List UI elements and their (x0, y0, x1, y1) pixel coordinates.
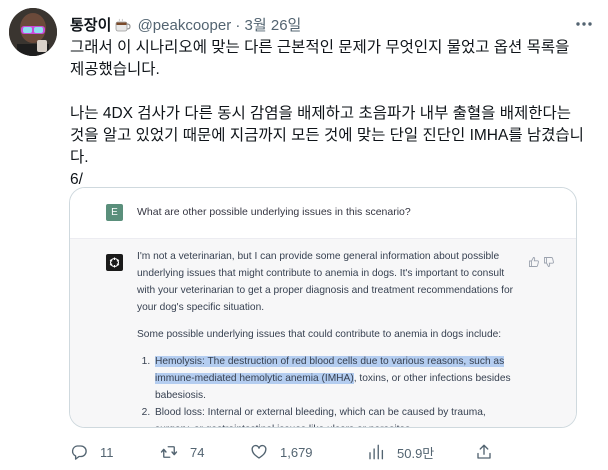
avatar[interactable] (9, 8, 57, 56)
list-item: Blood loss: Internal or external bleedin… (153, 404, 521, 427)
thumbs-up-icon[interactable] (528, 255, 540, 267)
reply-count: 11 (100, 444, 114, 460)
share-button[interactable] (475, 442, 493, 462)
tweet-date[interactable]: 3월 26일 (245, 17, 302, 34)
like-count: 1,679 (280, 444, 313, 460)
answer-lead: Some possible underlying issues that cou… (137, 329, 502, 340)
openai-logo-icon (106, 254, 123, 271)
tweet-header: 통장이 @peakcooper · 3월 26일 (70, 14, 301, 35)
retweet-button[interactable]: 74 (160, 442, 204, 462)
chat-question-row: E What are other possible underlying iss… (70, 188, 576, 239)
tweet-actions: 11 74 1,679 50.9만 (70, 442, 590, 464)
retweet-icon (160, 446, 178, 458)
retweet-count: 74 (190, 444, 205, 460)
answer-list: Hemolysis: The destruction of red blood … (137, 353, 521, 427)
views-button[interactable]: 50.9만 (367, 442, 434, 462)
view-count: 50.9만 (397, 445, 435, 461)
coffee-mug-emoji-icon (115, 18, 132, 32)
views-icon (369, 444, 384, 460)
chat-answer-row: I'm not a veterinarian, but I can provid… (70, 239, 576, 427)
answer-intro: I'm not a veterinarian, but I can provid… (137, 251, 514, 313)
share-icon (477, 444, 491, 459)
like-button[interactable]: 1,679 (250, 442, 313, 462)
separator: · (235, 17, 241, 34)
user-badge: E (106, 204, 123, 221)
display-name[interactable]: 통장이 (70, 17, 111, 34)
reply-icon (71, 445, 87, 460)
chat-answer: I'm not a veterinarian, but I can provid… (137, 248, 521, 427)
like-icon (251, 444, 267, 459)
thumbs-down-icon[interactable] (543, 255, 555, 267)
more-icon[interactable] (574, 14, 594, 34)
reply-button[interactable]: 11 (70, 442, 114, 462)
handle[interactable]: @peakcooper (138, 17, 232, 34)
chat-screenshot-card[interactable]: E What are other possible underlying iss… (69, 187, 577, 428)
list-item: Hemolysis: The destruction of red blood … (153, 353, 521, 404)
tweet-text: 그래서 이 시나리오에 맞는 다른 근본적인 문제가 무엇인지 물었고 옵션 목… (70, 39, 584, 188)
chat-question: What are other possible underlying issue… (137, 206, 411, 218)
